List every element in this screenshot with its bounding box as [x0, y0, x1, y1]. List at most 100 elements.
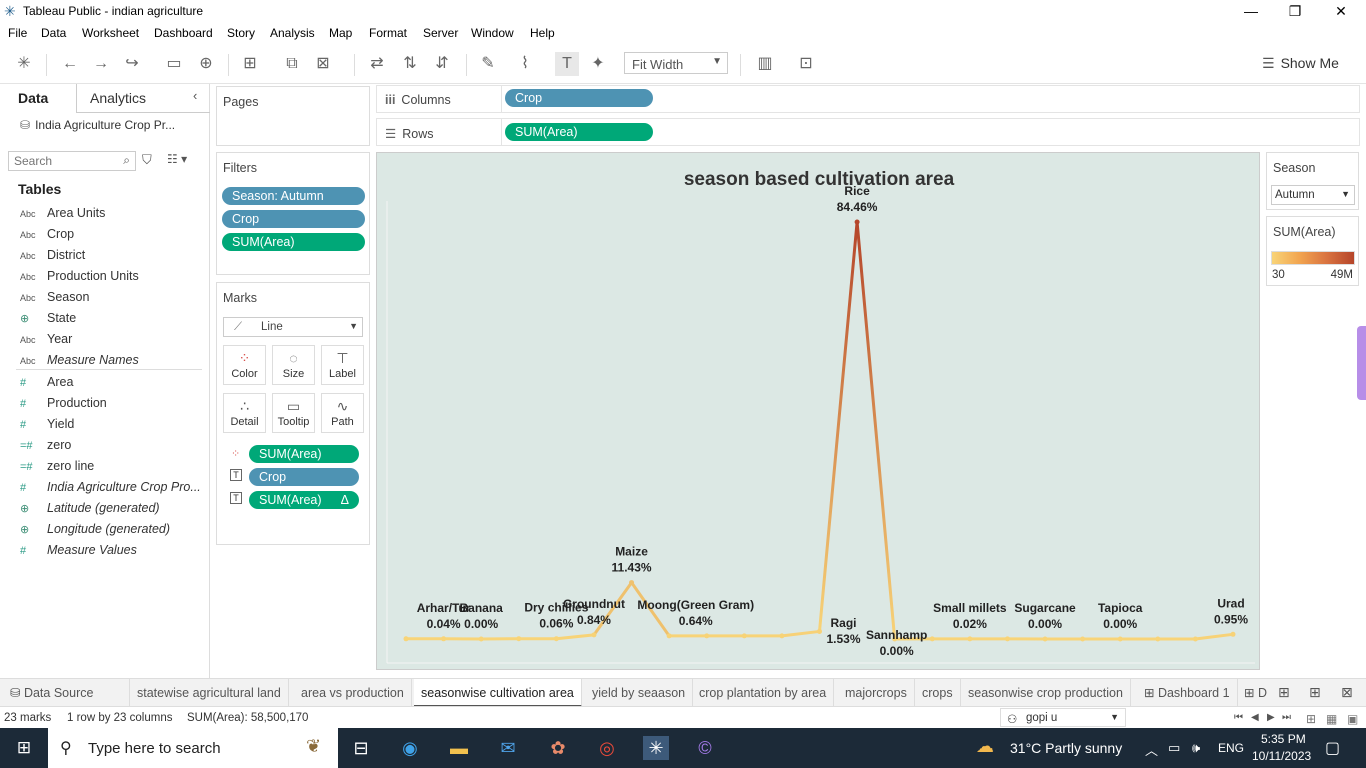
marks-pill-crop-label[interactable]: Crop: [249, 468, 359, 486]
mail-icon[interactable]: ✉: [495, 736, 521, 760]
menu-window[interactable]: Window: [471, 26, 514, 40]
new-story-icon[interactable]: ⊠: [1341, 684, 1353, 701]
dashboard-tab-truncated[interactable]: ⊞ D: [1237, 679, 1274, 707]
columns-pill-crop[interactable]: Crop: [505, 89, 653, 107]
save-icon[interactable]: ▭: [162, 52, 186, 76]
season-filter-dropdown[interactable]: Autumn ▼: [1271, 185, 1355, 205]
battery-icon[interactable]: ▭: [1168, 740, 1180, 756]
sheet-sorter-icon[interactable]: ⊞: [1306, 712, 1316, 726]
show-me-button[interactable]: ☰ Show Me: [1262, 55, 1339, 72]
chrome-icon[interactable]: ◎: [594, 736, 620, 760]
data-point[interactable]: [854, 219, 860, 225]
data-point[interactable]: [1080, 636, 1086, 642]
detail-button[interactable]: ∴ Detail: [223, 393, 266, 433]
data-point[interactable]: [704, 633, 710, 639]
line-chart[interactable]: season based cultivation area Arhar/Tur0…: [377, 153, 1261, 671]
field-longitude-generated[interactable]: ⊕ Longitude (generated): [20, 522, 170, 536]
data-point[interactable]: [666, 633, 672, 639]
data-source-tab[interactable]: ⛁ Data Source: [0, 679, 130, 707]
dashboard-tab[interactable]: ⊞ Dashboard 1: [1137, 679, 1238, 707]
tabs-view-icon[interactable]: ▣: [1347, 712, 1358, 726]
field-measure-names[interactable]: Abc Measure Names: [20, 353, 139, 367]
columns-shelf[interactable]: iii Columns Crop: [376, 85, 1360, 113]
sheet-nav-prev-icon[interactable]: ◀: [1251, 712, 1259, 723]
field-area-units[interactable]: Abc Area Units: [20, 206, 105, 220]
field-measure-values[interactable]: # Measure Values: [20, 543, 137, 557]
collapse-pane-icon[interactable]: ‹: [193, 88, 197, 103]
menu-map[interactable]: Map: [329, 26, 352, 40]
data-point[interactable]: [441, 636, 447, 642]
data-point[interactable]: [403, 636, 409, 642]
field-india-agriculture-crop-pro[interactable]: # India Agriculture Crop Pro...: [20, 480, 201, 494]
sort-descending-icon[interactable]: ⇵: [430, 52, 454, 76]
menu-help[interactable]: Help: [530, 26, 555, 40]
data-point[interactable]: [629, 580, 635, 586]
minimize-button[interactable]: —: [1228, 0, 1274, 22]
fit-dropdown[interactable]: Fit Width ▼: [624, 52, 728, 74]
sheet-tab[interactable]: statewise agricultural land: [130, 679, 289, 707]
field-state[interactable]: ⊕ State: [20, 311, 76, 325]
data-point[interactable]: [516, 636, 522, 642]
field-year[interactable]: Abc Year: [20, 332, 72, 346]
notifications-icon[interactable]: ▢: [1325, 738, 1340, 758]
datasource-item[interactable]: ⛁ India Agriculture Crop Pr...: [20, 118, 175, 132]
viz-canvas[interactable]: season based cultivation area Arhar/Tur 0…: [376, 152, 1260, 670]
tooltip-button[interactable]: ▭ Tooltip: [272, 393, 315, 433]
language-indicator[interactable]: ENG: [1218, 741, 1244, 755]
paint-icon[interactable]: ✿: [545, 736, 571, 760]
size-button[interactable]: ◌ Size: [272, 345, 315, 385]
series-line-segment[interactable]: [780, 629, 821, 638]
taskbar-search[interactable]: ⚲ Type here to search ❦: [48, 728, 338, 768]
field-zero-line[interactable]: =# zero line: [20, 459, 94, 473]
data-point[interactable]: [1004, 636, 1010, 642]
marks-pill-sum-area-label[interactable]: SUM(Area) Δ: [249, 491, 359, 509]
search-field[interactable]: ⌕: [8, 151, 136, 171]
sheet-tab[interactable]: area vs production: [294, 679, 412, 707]
sheet-tab-active[interactable]: seasonwise cultivation area: [414, 679, 582, 707]
mark-type-dropdown[interactable]: ⟋ Line ▼: [223, 317, 363, 337]
search-input[interactable]: [9, 152, 109, 170]
canva-icon[interactable]: ©: [692, 736, 718, 760]
sheet-nav-last-icon[interactable]: ⏭: [1282, 712, 1291, 723]
marks-pill-sum-area-color[interactable]: SUM(Area): [249, 445, 359, 463]
tab-analytics[interactable]: Analytics: [90, 90, 146, 106]
new-worksheet-icon[interactable]: ⊞: [1278, 684, 1290, 701]
show-cards-icon[interactable]: ▥: [753, 52, 777, 76]
highlight-icon[interactable]: ✎: [476, 52, 500, 76]
edge-browser-icon[interactable]: ◉: [397, 736, 423, 760]
menu-data[interactable]: Data: [41, 26, 66, 40]
pages-card[interactable]: Pages: [216, 86, 370, 146]
filmstrip-icon[interactable]: ▦: [1326, 712, 1337, 726]
data-point[interactable]: [929, 636, 935, 642]
sheet-tab[interactable]: majorcrops: [838, 679, 915, 707]
field-production-units[interactable]: Abc Production Units: [20, 269, 139, 283]
sheet-tab[interactable]: seasonwise crop production: [961, 679, 1131, 707]
rows-pill-sum-area[interactable]: SUM(Area): [505, 123, 653, 141]
presentation-mode-icon[interactable]: ⊡: [794, 52, 818, 76]
volume-icon[interactable]: 🕪: [1192, 740, 1200, 756]
undo-icon[interactable]: ←: [58, 52, 82, 76]
tableau-home-icon[interactable]: ✳: [12, 52, 36, 76]
menu-file[interactable]: File: [8, 26, 27, 40]
series-line-segment[interactable]: [818, 220, 859, 633]
user-dropdown[interactable]: ⚇ gopi u ▼: [1000, 708, 1126, 727]
data-point[interactable]: [967, 636, 973, 642]
field-latitude-generated[interactable]: ⊕ Latitude (generated): [20, 501, 160, 515]
clock-date[interactable]: 10/11/2023: [1252, 749, 1311, 763]
pin-icon[interactable]: ✦: [586, 52, 610, 76]
data-point[interactable]: [741, 633, 747, 639]
menu-server[interactable]: Server: [423, 26, 458, 40]
close-button[interactable]: ✕: [1318, 0, 1364, 22]
data-point[interactable]: [1192, 636, 1198, 642]
data-point[interactable]: [478, 636, 484, 642]
weather-icon[interactable]: ☁: [976, 736, 994, 757]
tab-data[interactable]: Data: [18, 90, 48, 106]
sort-ascending-icon[interactable]: ⇅: [398, 52, 422, 76]
series-line-segment[interactable]: [554, 633, 596, 641]
data-point[interactable]: [553, 636, 559, 642]
data-point[interactable]: [817, 628, 822, 634]
series-line-segment[interactable]: [855, 220, 897, 641]
swap-rows-columns-icon[interactable]: ⇄: [365, 52, 389, 76]
task-view-icon[interactable]: ⊟: [348, 736, 374, 760]
clear-sheet-icon[interactable]: ⊠: [311, 52, 335, 76]
